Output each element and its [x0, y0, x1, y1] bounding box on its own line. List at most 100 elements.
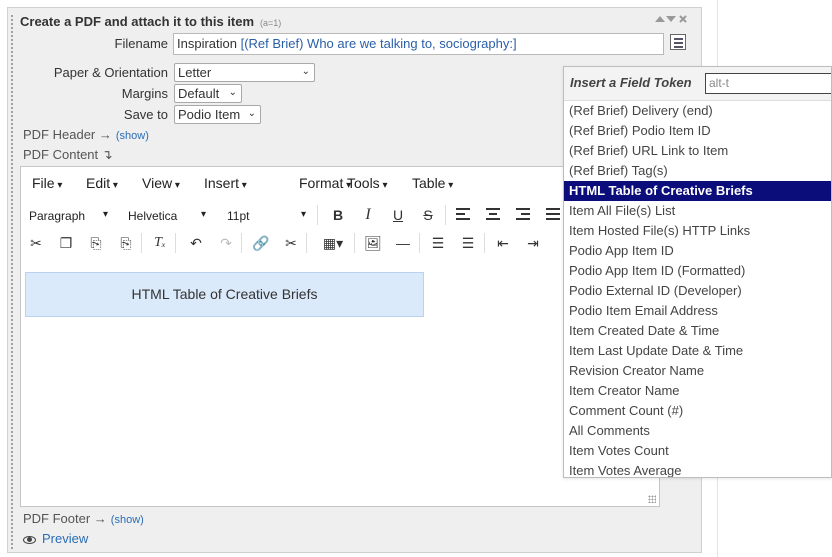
token-item[interactable]: Item Votes Average	[564, 461, 831, 477]
content-block[interactable]: HTML Table of Creative Briefs	[25, 272, 424, 317]
pdf-content-label: PDF Content ↴	[23, 147, 113, 162]
font-size-select[interactable]: 11pt	[227, 209, 249, 223]
outdent-icon[interactable]: ⇤	[492, 233, 514, 253]
panel-title: Create a PDF and attach it to this item (…	[20, 14, 281, 29]
align-center-icon[interactable]	[482, 205, 504, 225]
paste-text-icon[interactable]: ⎘	[115, 233, 137, 253]
italic-icon[interactable]: I	[357, 205, 379, 225]
toolbar-divider	[445, 205, 446, 225]
token-item[interactable]: Item Last Update Date & Time	[564, 341, 831, 361]
margins-value: Default	[178, 86, 220, 101]
bold-icon[interactable]: B	[327, 205, 349, 225]
token-item[interactable]: (Ref Brief) Delivery (end)	[564, 101, 831, 121]
menu-file[interactable]: File	[32, 175, 62, 191]
margins-label: Margins	[121, 86, 168, 101]
pdf-header-show-link[interactable]: (show)	[116, 130, 149, 142]
strikethrough-icon[interactable]: S	[417, 205, 439, 225]
chevron-down-icon: ⌄	[228, 87, 237, 98]
token-item[interactable]: (Ref Brief) Podio Item ID	[564, 121, 831, 141]
clear-formatting-icon[interactable]: Tₓ	[149, 233, 171, 253]
token-item[interactable]: Item Hosted File(s) HTTP Links	[564, 221, 831, 241]
saveto-select[interactable]: Podio Item ⌄	[174, 105, 261, 124]
paper-label: Paper & Orientation	[53, 65, 168, 80]
copy-icon[interactable]: ❐	[55, 233, 77, 253]
pdf-footer-section: PDF Footer → (show)	[23, 511, 144, 526]
paper-select[interactable]: Letter ⌄	[174, 63, 315, 82]
token-dropdown-header: Insert a Field Token alt-t	[564, 67, 831, 101]
font-family-select[interactable]: Helvetica	[128, 209, 177, 223]
page: Create a PDF and attach it to this item (…	[0, 0, 832, 557]
token-search-input[interactable]: alt-t	[705, 73, 831, 94]
token-dropdown-title: Insert a Field Token	[570, 75, 692, 90]
chevron-down-icon: ▾	[103, 209, 109, 220]
paste-icon[interactable]: ⎘	[85, 233, 107, 253]
undo-icon[interactable]: ↶	[185, 233, 207, 253]
menu-insert[interactable]: Insert	[204, 175, 247, 191]
token-item[interactable]: Item Created Date & Time	[564, 321, 831, 341]
toolbar-divider	[317, 205, 318, 225]
image-icon[interactable]: 🖼	[362, 233, 384, 253]
preview-label: Preview	[42, 531, 89, 546]
preview-link[interactable]: Preview	[23, 531, 88, 546]
token-item[interactable]: Podio App Item ID	[564, 241, 831, 261]
redo-icon[interactable]: ↷	[215, 233, 237, 253]
panel-title-text: Create a PDF and attach it to this item	[20, 14, 255, 29]
filename-token: [(Ref Brief) Who are we talking to, soci…	[240, 36, 517, 51]
menu-format[interactable]: Format	[299, 175, 351, 191]
menu-tools[interactable]: Tools	[347, 175, 388, 191]
toolbar-divider	[175, 233, 176, 253]
token-item[interactable]: Item All File(s) List	[564, 201, 831, 221]
table-icon[interactable]: ▦▾	[317, 233, 349, 253]
align-right-icon[interactable]	[512, 205, 534, 225]
block-format-select[interactable]: Paragraph	[29, 209, 85, 223]
saveto-value: Podio Item	[178, 107, 241, 122]
drag-handle[interactable]	[10, 14, 14, 549]
chevron-down-icon: ⌄	[247, 108, 256, 119]
token-item[interactable]: (Ref Brief) URL Link to Item	[564, 141, 831, 161]
align-left-icon[interactable]	[452, 205, 474, 225]
margins-select[interactable]: Default ⌄	[174, 84, 242, 103]
cut-icon[interactable]: ✂	[25, 233, 47, 253]
token-item[interactable]: (Ref Brief) Tag(s)	[564, 161, 831, 181]
eye-icon	[23, 535, 36, 544]
token-item[interactable]: All Comments	[564, 421, 831, 441]
unlink-icon[interactable]: ✂	[280, 233, 302, 253]
token-list-icon[interactable]	[670, 34, 686, 50]
token-item[interactable]: Revision Creator Name	[564, 361, 831, 381]
token-item[interactable]: Podio External ID (Developer)	[564, 281, 831, 301]
token-list: (Ref Brief) Delivery (end) (Ref Brief) Po…	[564, 101, 831, 477]
chevron-down-icon: ⌄	[301, 66, 310, 77]
chevron-down-icon: ▾	[201, 209, 207, 220]
move-close-icons[interactable]	[655, 13, 689, 28]
filename-label: Filename	[114, 36, 168, 51]
pdf-header-label: PDF Header →	[23, 127, 112, 142]
toolbar-divider	[241, 233, 242, 253]
toolbar-divider	[419, 233, 420, 253]
menu-edit[interactable]: Edit	[86, 175, 118, 191]
link-icon[interactable]: 🔗	[250, 233, 272, 253]
menu-view[interactable]: View	[142, 175, 180, 191]
toolbar-divider	[484, 233, 485, 253]
chevron-down-icon: ▾	[301, 209, 307, 220]
indent-icon[interactable]: ⇥	[522, 233, 544, 253]
numbered-list-icon[interactable]: ☰	[457, 233, 479, 253]
token-item[interactable]: Comment Count (#)	[564, 401, 831, 421]
move-up-down-close-icon[interactable]	[655, 13, 689, 25]
token-item[interactable]: Podio App Item ID (Formatted)	[564, 261, 831, 281]
resize-handle[interactable]	[648, 495, 656, 503]
toolbar-divider	[306, 233, 307, 253]
horizontal-rule-icon[interactable]: —	[392, 233, 414, 253]
token-item[interactable]: Item Creator Name	[564, 381, 831, 401]
token-item[interactable]: HTML Table of Creative Briefs	[564, 181, 831, 201]
filename-input[interactable]: Inspiration [(Ref Brief) Who are we talk…	[173, 33, 664, 55]
pdf-header-section: PDF Header → (show)	[23, 127, 149, 142]
panel-title-hint: (a=1)	[260, 18, 282, 28]
menu-table[interactable]: Table	[412, 175, 453, 191]
paper-value: Letter	[178, 65, 212, 80]
token-item[interactable]: Item Votes Count	[564, 441, 831, 461]
align-justify-icon[interactable]	[542, 205, 564, 225]
bullet-list-icon[interactable]: ☰	[427, 233, 449, 253]
token-item[interactable]: Podio Item Email Address	[564, 301, 831, 321]
pdf-footer-show-link[interactable]: (show)	[111, 514, 144, 526]
underline-icon[interactable]: U	[387, 205, 409, 225]
